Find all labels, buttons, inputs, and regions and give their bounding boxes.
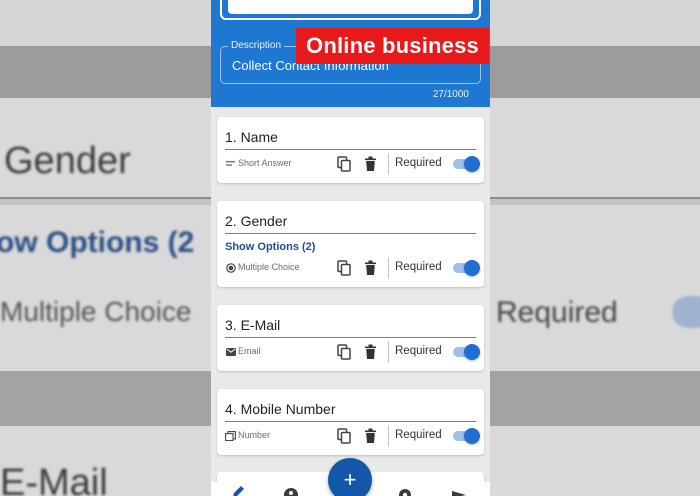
overlay-banner: Online business [296, 28, 489, 64]
bg-next-title: E-Mail [0, 462, 108, 496]
required-label: Required [395, 429, 442, 441]
number-icon [225, 430, 236, 441]
trash-icon[interactable] [364, 156, 377, 172]
phone-screen: Description Collect Contact Information … [211, 0, 490, 496]
title-underline [225, 149, 476, 150]
trash-icon[interactable] [364, 260, 377, 276]
trash-icon[interactable] [364, 344, 377, 360]
required-label: Required [395, 261, 442, 273]
question-card[interactable]: 1. Name Short Answer Required [217, 117, 484, 183]
title-underline [225, 421, 476, 422]
description-label: Description [228, 40, 285, 51]
question-actions: Email Required [225, 341, 480, 363]
form-title-field[interactable] [220, 0, 481, 20]
radio-icon [225, 262, 236, 273]
copy-icon[interactable] [337, 428, 351, 444]
question-title[interactable]: 4. Mobile Number [225, 401, 336, 417]
short-answer-icon [225, 158, 236, 169]
divider [388, 425, 389, 447]
palette-icon[interactable] [283, 486, 299, 496]
question-title[interactable]: 1. Name [225, 129, 278, 145]
form-title-input[interactable] [228, 0, 473, 14]
bg-type-label: Multiple Choice [0, 296, 192, 327]
required-toggle[interactable] [453, 156, 480, 172]
question-title[interactable]: 3. E-Mail [225, 317, 280, 333]
question-type-label: Number [238, 430, 271, 440]
show-options-link[interactable]: Show Options (2) [225, 241, 315, 253]
divider [388, 341, 389, 363]
mail-icon [225, 346, 236, 357]
question-card[interactable]: 3. E-Mail Email Required [217, 305, 484, 371]
question-card[interactable]: 4. Mobile Number Number Required [217, 389, 484, 455]
required-label: Required [395, 345, 442, 357]
char-counter: 27/1000 [432, 89, 469, 100]
bg-show-options: ow Options (2 [0, 226, 195, 259]
required-toggle[interactable] [453, 344, 480, 360]
title-underline [225, 233, 476, 234]
copy-icon[interactable] [337, 156, 351, 172]
edit-icon[interactable] [231, 486, 247, 496]
question-actions: Multiple Choice Required [225, 257, 480, 279]
required-toggle[interactable] [453, 260, 480, 276]
question-type-label: Short Answer [238, 158, 292, 168]
divider [388, 257, 389, 279]
bg-toggle [672, 296, 700, 328]
bg-question-title: Gender [4, 140, 131, 182]
question-type-label: Email [238, 346, 261, 356]
required-toggle[interactable] [453, 428, 480, 444]
question-card[interactable]: 2. Gender Show Options (2) Multiple Choi… [217, 201, 484, 287]
trash-icon[interactable] [364, 428, 377, 444]
question-type-label: Multiple Choice [238, 262, 300, 272]
title-underline [225, 337, 476, 338]
settings-icon[interactable] [397, 486, 413, 496]
question-actions: Number Required [225, 425, 480, 447]
copy-icon[interactable] [337, 260, 351, 276]
divider [388, 153, 389, 175]
question-title[interactable]: 2. Gender [225, 213, 287, 229]
required-label: Required [395, 157, 442, 169]
send-icon[interactable] [451, 486, 467, 496]
add-question-button[interactable]: + [328, 458, 372, 496]
bg-required-label: Required [496, 296, 618, 329]
copy-icon[interactable] [337, 344, 351, 360]
question-actions: Short Answer Required [225, 153, 480, 175]
